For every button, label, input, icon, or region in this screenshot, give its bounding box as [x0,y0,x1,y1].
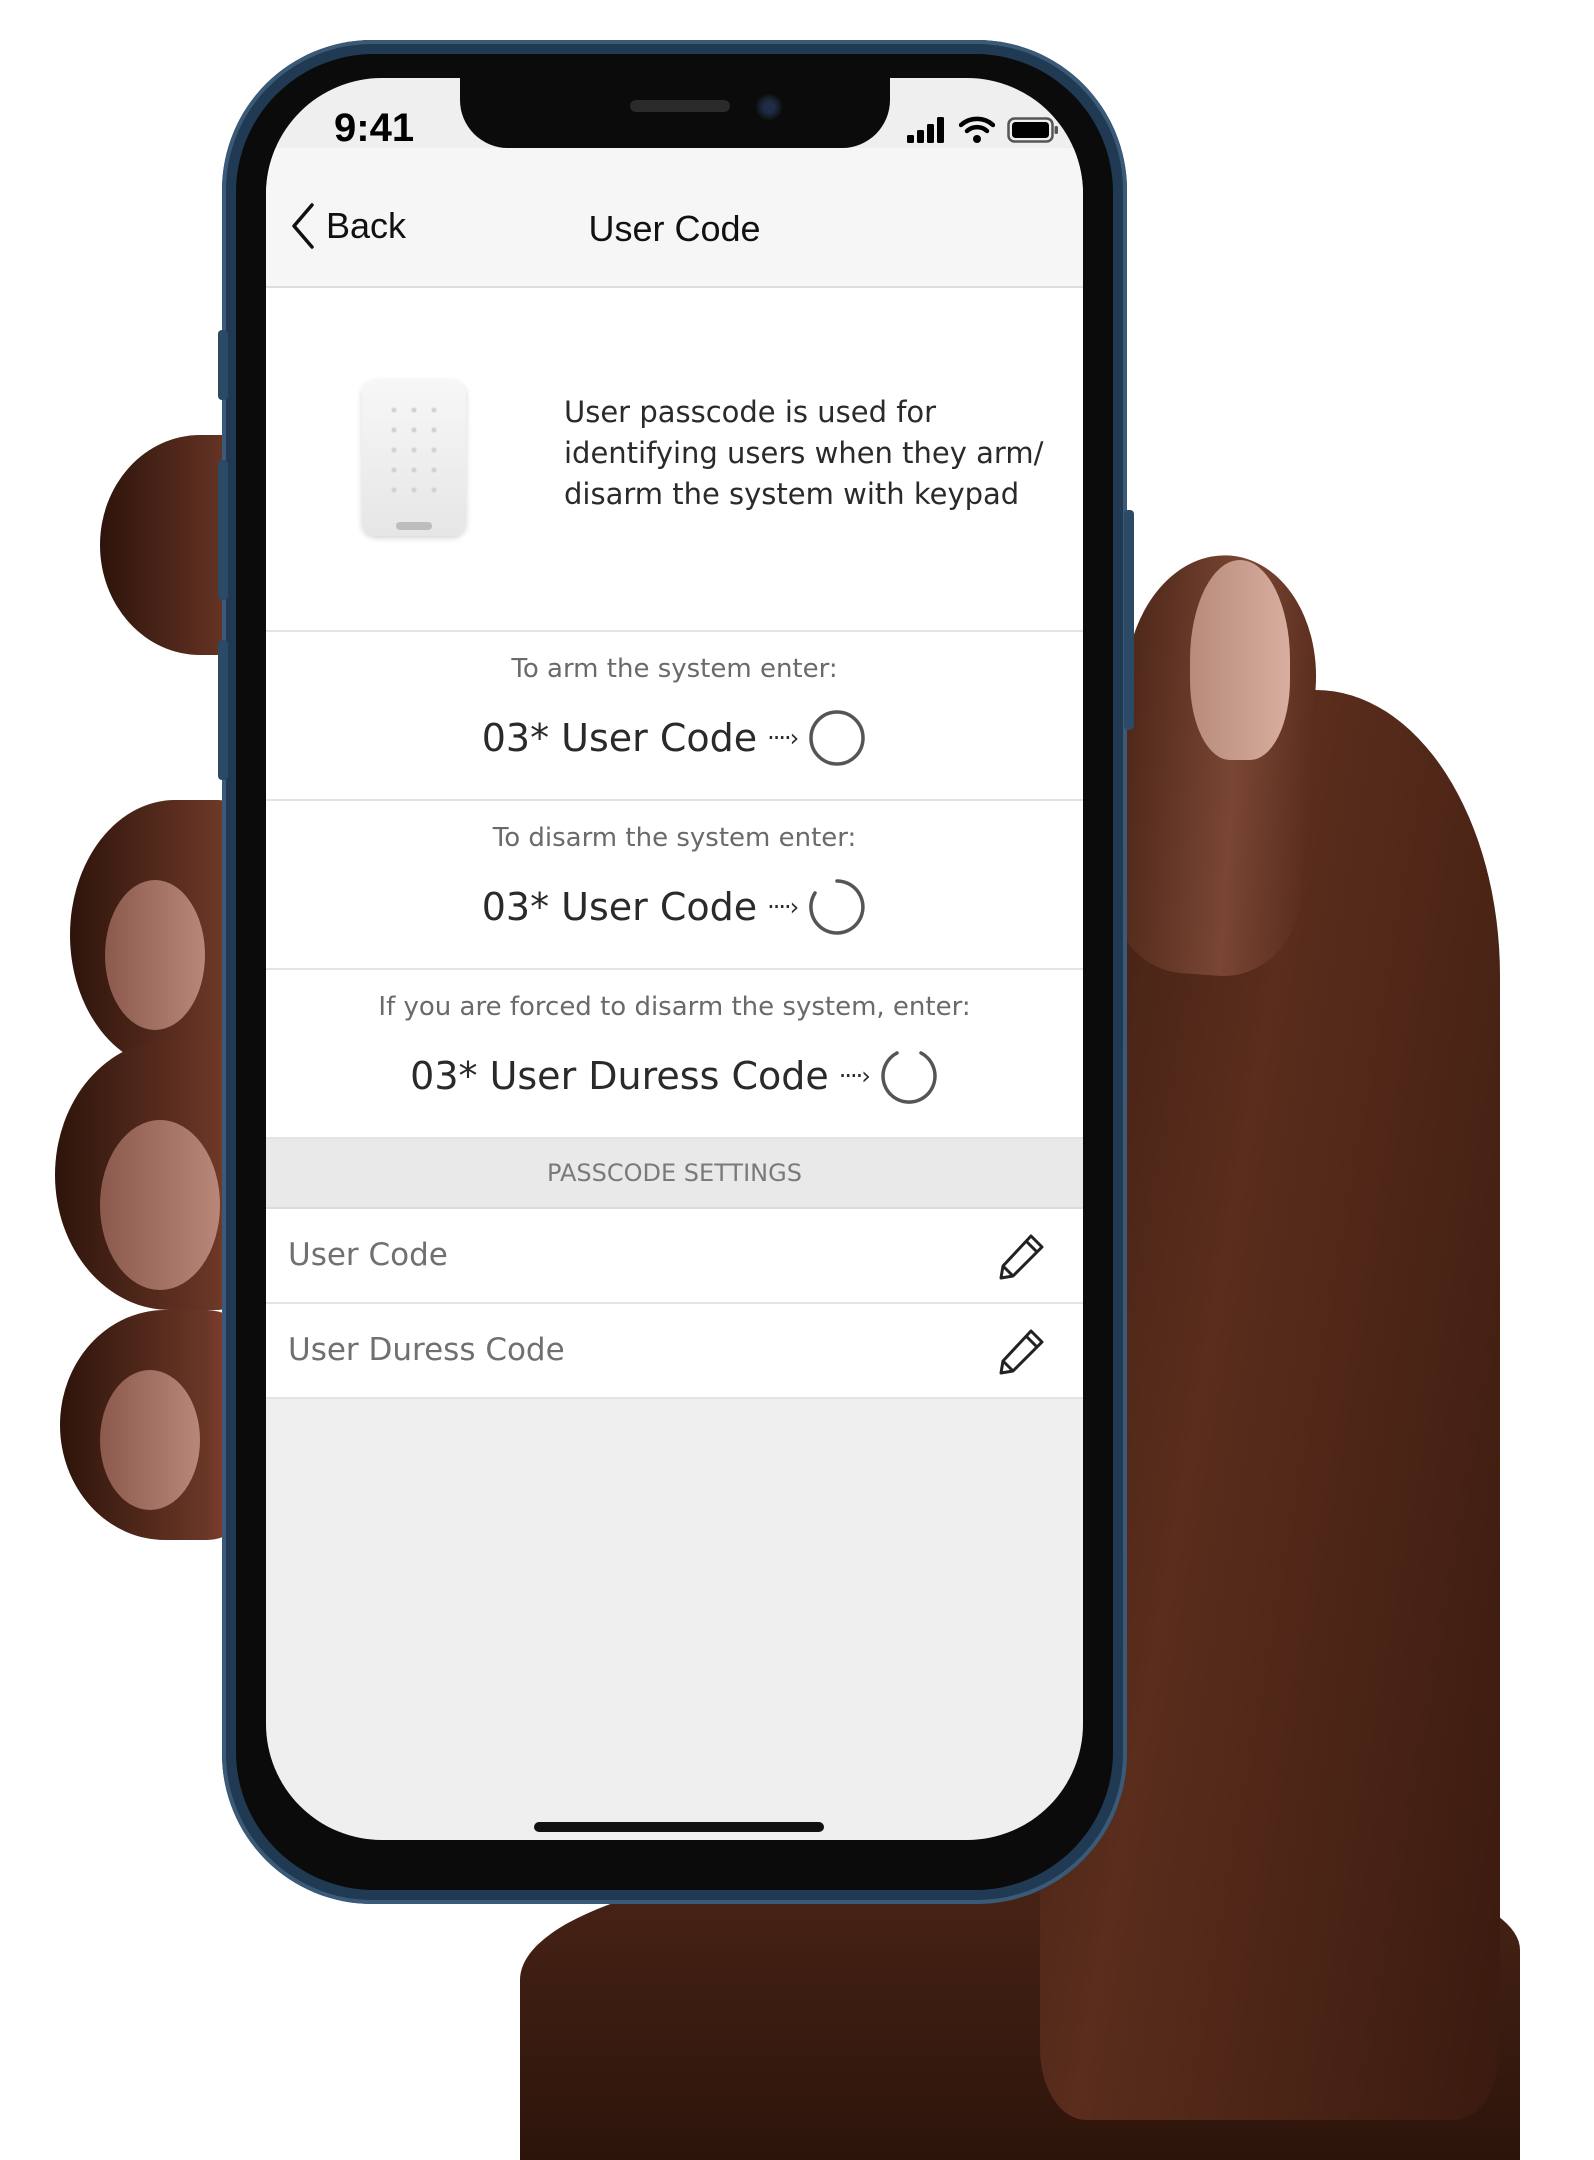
keypad-device-image [362,380,466,536]
disarm-code-line: 03* User Code ····› [266,877,1083,937]
cellular-signal-icon [907,117,944,143]
intro-section: User passcode is used for identifying us… [266,288,1083,632]
page-title: User Code [588,208,761,249]
keypad-buttons [384,400,444,500]
dotted-arrow-icon: ····› [767,893,799,921]
wifi-icon [959,116,995,143]
home-indicator[interactable] [534,1822,824,1832]
disarm-code-block: To disarm the system enter: 03* User Cod… [266,801,1083,970]
phone-notch [460,78,890,148]
arm-code-block: To arm the system enter: 03* User Code ·… [266,632,1083,801]
front-camera [756,94,782,120]
volume-up-button [218,460,228,600]
duress-code-block: If you are forced to disarm the system, … [266,970,1083,1139]
intro-line: identifying users when they arm/ [564,436,1044,470]
duress-code-text: 03* User Duress Code [410,1054,829,1098]
intro-line: User passcode is used for [564,395,937,429]
speaker-grille [630,100,730,112]
battery-icon [1007,117,1058,143]
user-duress-code-label: User Duress Code [288,1332,565,1368]
pencil-icon[interactable] [997,1231,1047,1281]
user-duress-code-row[interactable]: User Duress Code [266,1304,1083,1399]
status-icons [907,116,1059,144]
passcode-settings-header: PASSCODE SETTINGS [266,1139,1083,1209]
intro-line: disarm the system with keypad [564,477,1020,511]
open-circle-icon [881,1051,937,1104]
fingernail [105,880,205,1030]
intro-description: User passcode is used for identifying us… [564,392,1044,515]
duress-caption: If you are forced to disarm the system, … [378,992,971,1022]
phone-screen: 9:41 Back User Code User passcode is use… [266,78,1083,1840]
arm-code-line: 03* User Code ····› [266,708,1083,768]
mute-switch [218,330,228,400]
fingernail [100,1370,200,1510]
thumbnail [1190,560,1290,760]
disarm-caption: To disarm the system enter: [492,823,857,853]
open-circle-icon [809,879,865,935]
status-time: 9:41 [334,106,415,150]
power-button [1124,510,1134,730]
user-code-label: User Code [288,1237,448,1273]
disarm-code-text: 03* User Code [481,885,758,929]
keypad-logo [396,522,432,530]
main-content: User passcode is used for identifying us… [266,288,1083,1399]
arm-caption: To arm the system enter: [511,654,838,684]
dotted-arrow-icon: ····› [838,1062,871,1090]
dotted-arrow-icon: ····› [767,724,799,752]
arm-code-text: 03* User Code [481,716,758,760]
volume-down-button [218,640,228,780]
duress-code-line: 03* User Duress Code ····› [266,1046,1083,1106]
pencil-icon[interactable] [997,1326,1047,1376]
user-code-row[interactable]: User Code [266,1209,1083,1304]
circle-icon [809,710,866,766]
navigation-bar: Back User Code [266,148,1083,288]
fingernail [100,1120,220,1290]
